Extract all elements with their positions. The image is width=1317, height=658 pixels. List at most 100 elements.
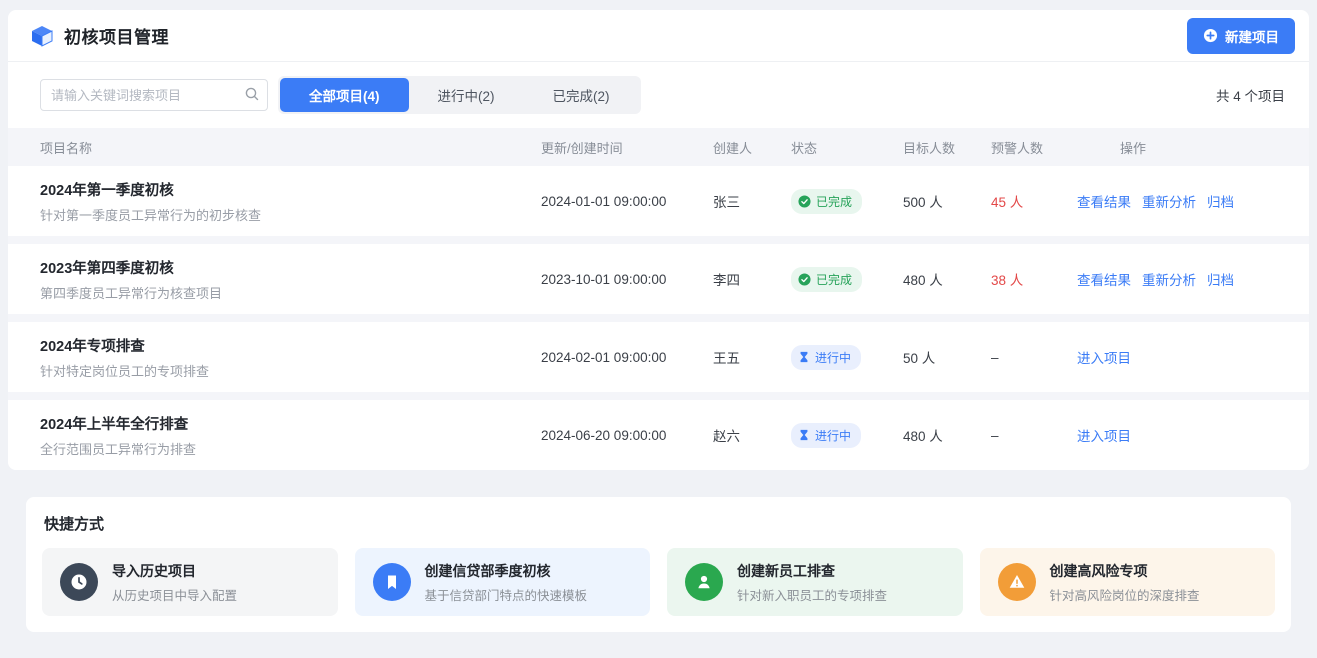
status-label: 进行中	[815, 349, 851, 366]
shortcut-title: 创建新员工排查	[737, 561, 887, 581]
table-row: 2024年第一季度初核 针对第一季度员工异常行为的初步核查 2024-01-01…	[8, 166, 1309, 236]
warning-cell: –	[991, 350, 1077, 365]
hourglass-icon	[798, 429, 810, 441]
time-cell: 2024-02-01 09:00:00	[541, 350, 713, 365]
actions-cell: 查看结果 重新分析 归档	[1077, 191, 1277, 211]
new-project-button[interactable]: 新建项目	[1187, 18, 1295, 54]
shortcut-new-employee-check[interactable]: 创建新员工排查 针对新入职员工的专项排查	[667, 548, 963, 616]
plus-circle-icon	[1203, 28, 1218, 43]
toolbar: 全部项目(4) 进行中(2) 已完成(2) 共 4 个项目	[8, 62, 1309, 128]
shortcuts-grid: 导入历史项目 从历史项目中导入配置 创建信贷部季度初核 基于信贷部门特点的快速模…	[42, 548, 1275, 616]
search-box	[40, 79, 268, 111]
target-cell: 500 人	[903, 191, 991, 211]
row-separator	[8, 392, 1309, 400]
time-cell: 2024-06-20 09:00:00	[541, 428, 713, 443]
status-badge: 已完成	[791, 189, 862, 214]
warning-cell: –	[991, 428, 1077, 443]
actions-cell: 进入项目	[1077, 425, 1277, 445]
status-cell: 已完成	[791, 267, 903, 292]
project-description: 针对特定岗位员工的专项排查	[40, 361, 541, 380]
project-description: 针对第一季度员工异常行为的初步核查	[40, 205, 541, 224]
warning-cell: 38 人	[991, 269, 1077, 289]
table-row: 2024年专项排查 针对特定岗位员工的专项排查 2024-02-01 09:00…	[8, 322, 1309, 392]
row-separator	[8, 314, 1309, 322]
shortcut-title: 创建高风险专项	[1050, 561, 1200, 581]
check-circle-icon	[798, 273, 811, 286]
shortcut-credit-dept-review[interactable]: 创建信贷部季度初核 基于信贷部门特点的快速模板	[355, 548, 651, 616]
actions-cell: 查看结果 重新分析 归档	[1077, 269, 1277, 289]
col-header-name: 项目名称	[40, 138, 541, 157]
col-header-actions: 操作	[1077, 138, 1277, 157]
status-label: 进行中	[815, 427, 851, 444]
project-title: 2024年专项排查	[40, 335, 541, 356]
person-icon	[685, 563, 723, 601]
tab-completed[interactable]: 已完成(2)	[524, 78, 639, 112]
bookmark-icon	[373, 563, 411, 601]
shortcut-desc: 针对新入职员工的专项排查	[737, 585, 887, 604]
archive-link[interactable]: 归档	[1207, 269, 1234, 289]
tab-in-progress[interactable]: 进行中(2)	[409, 78, 524, 112]
target-cell: 480 人	[903, 269, 991, 289]
search-input[interactable]	[40, 79, 268, 111]
search-icon[interactable]	[244, 86, 260, 102]
archive-link[interactable]: 归档	[1207, 191, 1234, 211]
shortcut-title: 创建信贷部季度初核	[425, 561, 588, 581]
project-name-cell: 2024年第一季度初核 针对第一季度员工异常行为的初步核查	[40, 179, 541, 224]
project-name-cell: 2023年第四季度初核 第四季度员工异常行为核查项目	[40, 257, 541, 302]
status-cell: 已完成	[791, 189, 903, 214]
creator-cell: 李四	[713, 269, 791, 289]
col-header-status: 状态	[791, 138, 903, 157]
enter-project-link[interactable]: 进入项目	[1077, 425, 1131, 445]
new-project-label: 新建项目	[1225, 26, 1279, 46]
shortcut-text: 创建高风险专项 针对高风险岗位的深度排查	[1050, 561, 1200, 604]
target-cell: 480 人	[903, 425, 991, 445]
time-cell: 2024-01-01 09:00:00	[541, 194, 713, 209]
shortcut-desc: 针对高风险岗位的深度排查	[1050, 585, 1200, 604]
warning-icon	[998, 563, 1036, 601]
project-name-cell: 2024年上半年全行排查 全行范围员工异常行为排查	[40, 413, 541, 458]
target-cell: 50 人	[903, 347, 991, 367]
shortcut-desc: 从历史项目中导入配置	[112, 585, 237, 604]
status-badge: 进行中	[791, 423, 861, 448]
creator-cell: 张三	[713, 191, 791, 211]
project-description: 第四季度员工异常行为核查项目	[40, 283, 541, 302]
hourglass-icon	[798, 351, 810, 363]
col-header-time: 更新/创建时间	[541, 138, 713, 157]
shortcuts-title: 快捷方式	[42, 513, 1275, 534]
shortcut-desc: 基于信贷部门特点的快速模板	[425, 585, 588, 604]
warning-cell: 45 人	[991, 191, 1077, 211]
page-title: 初核项目管理	[64, 23, 169, 48]
shortcut-text: 创建信贷部季度初核 基于信贷部门特点的快速模板	[425, 561, 588, 604]
status-cell: 进行中	[791, 423, 903, 448]
shortcut-text: 创建新员工排查 针对新入职员工的专项排查	[737, 561, 887, 604]
status-badge: 进行中	[791, 345, 861, 370]
view-results-link[interactable]: 查看结果	[1077, 191, 1131, 211]
tab-all-projects[interactable]: 全部项目(4)	[280, 78, 409, 112]
view-results-link[interactable]: 查看结果	[1077, 269, 1131, 289]
reanalyze-link[interactable]: 重新分析	[1142, 269, 1196, 289]
reanalyze-link[interactable]: 重新分析	[1142, 191, 1196, 211]
check-circle-icon	[798, 195, 811, 208]
time-cell: 2023-10-01 09:00:00	[541, 272, 713, 287]
project-title: 2024年上半年全行排查	[40, 413, 541, 434]
status-label: 已完成	[816, 271, 852, 288]
table-row: 2023年第四季度初核 第四季度员工异常行为核查项目 2023-10-01 09…	[8, 244, 1309, 314]
col-header-warning: 预警人数	[991, 138, 1077, 157]
shortcut-import-history[interactable]: 导入历史项目 从历史项目中导入配置	[42, 548, 338, 616]
project-title: 2023年第四季度初核	[40, 257, 541, 278]
table-header: 项目名称 更新/创建时间 创建人 状态 目标人数 预警人数 操作	[8, 128, 1309, 166]
col-header-creator: 创建人	[713, 138, 791, 157]
shortcut-high-risk-special[interactable]: 创建高风险专项 针对高风险岗位的深度排查	[980, 548, 1276, 616]
status-badge: 已完成	[791, 267, 862, 292]
shortcut-title: 导入历史项目	[112, 561, 237, 581]
status-label: 已完成	[816, 193, 852, 210]
shortcuts-panel: 快捷方式 导入历史项目 从历史项目中导入配置 创建信贷部季度初核	[26, 497, 1291, 632]
creator-cell: 王五	[713, 347, 791, 367]
total-count: 共 4 个项目	[1216, 85, 1285, 105]
actions-cell: 进入项目	[1077, 347, 1277, 367]
col-header-target: 目标人数	[903, 138, 991, 157]
enter-project-link[interactable]: 进入项目	[1077, 347, 1131, 367]
table-row: 2024年上半年全行排查 全行范围员工异常行为排查 2024-06-20 09:…	[8, 400, 1309, 470]
project-management-panel: 初核项目管理 新建项目 全部项目(4) 进行中(2) 已完成(2) 共 4 个	[8, 10, 1309, 470]
row-separator	[8, 236, 1309, 244]
